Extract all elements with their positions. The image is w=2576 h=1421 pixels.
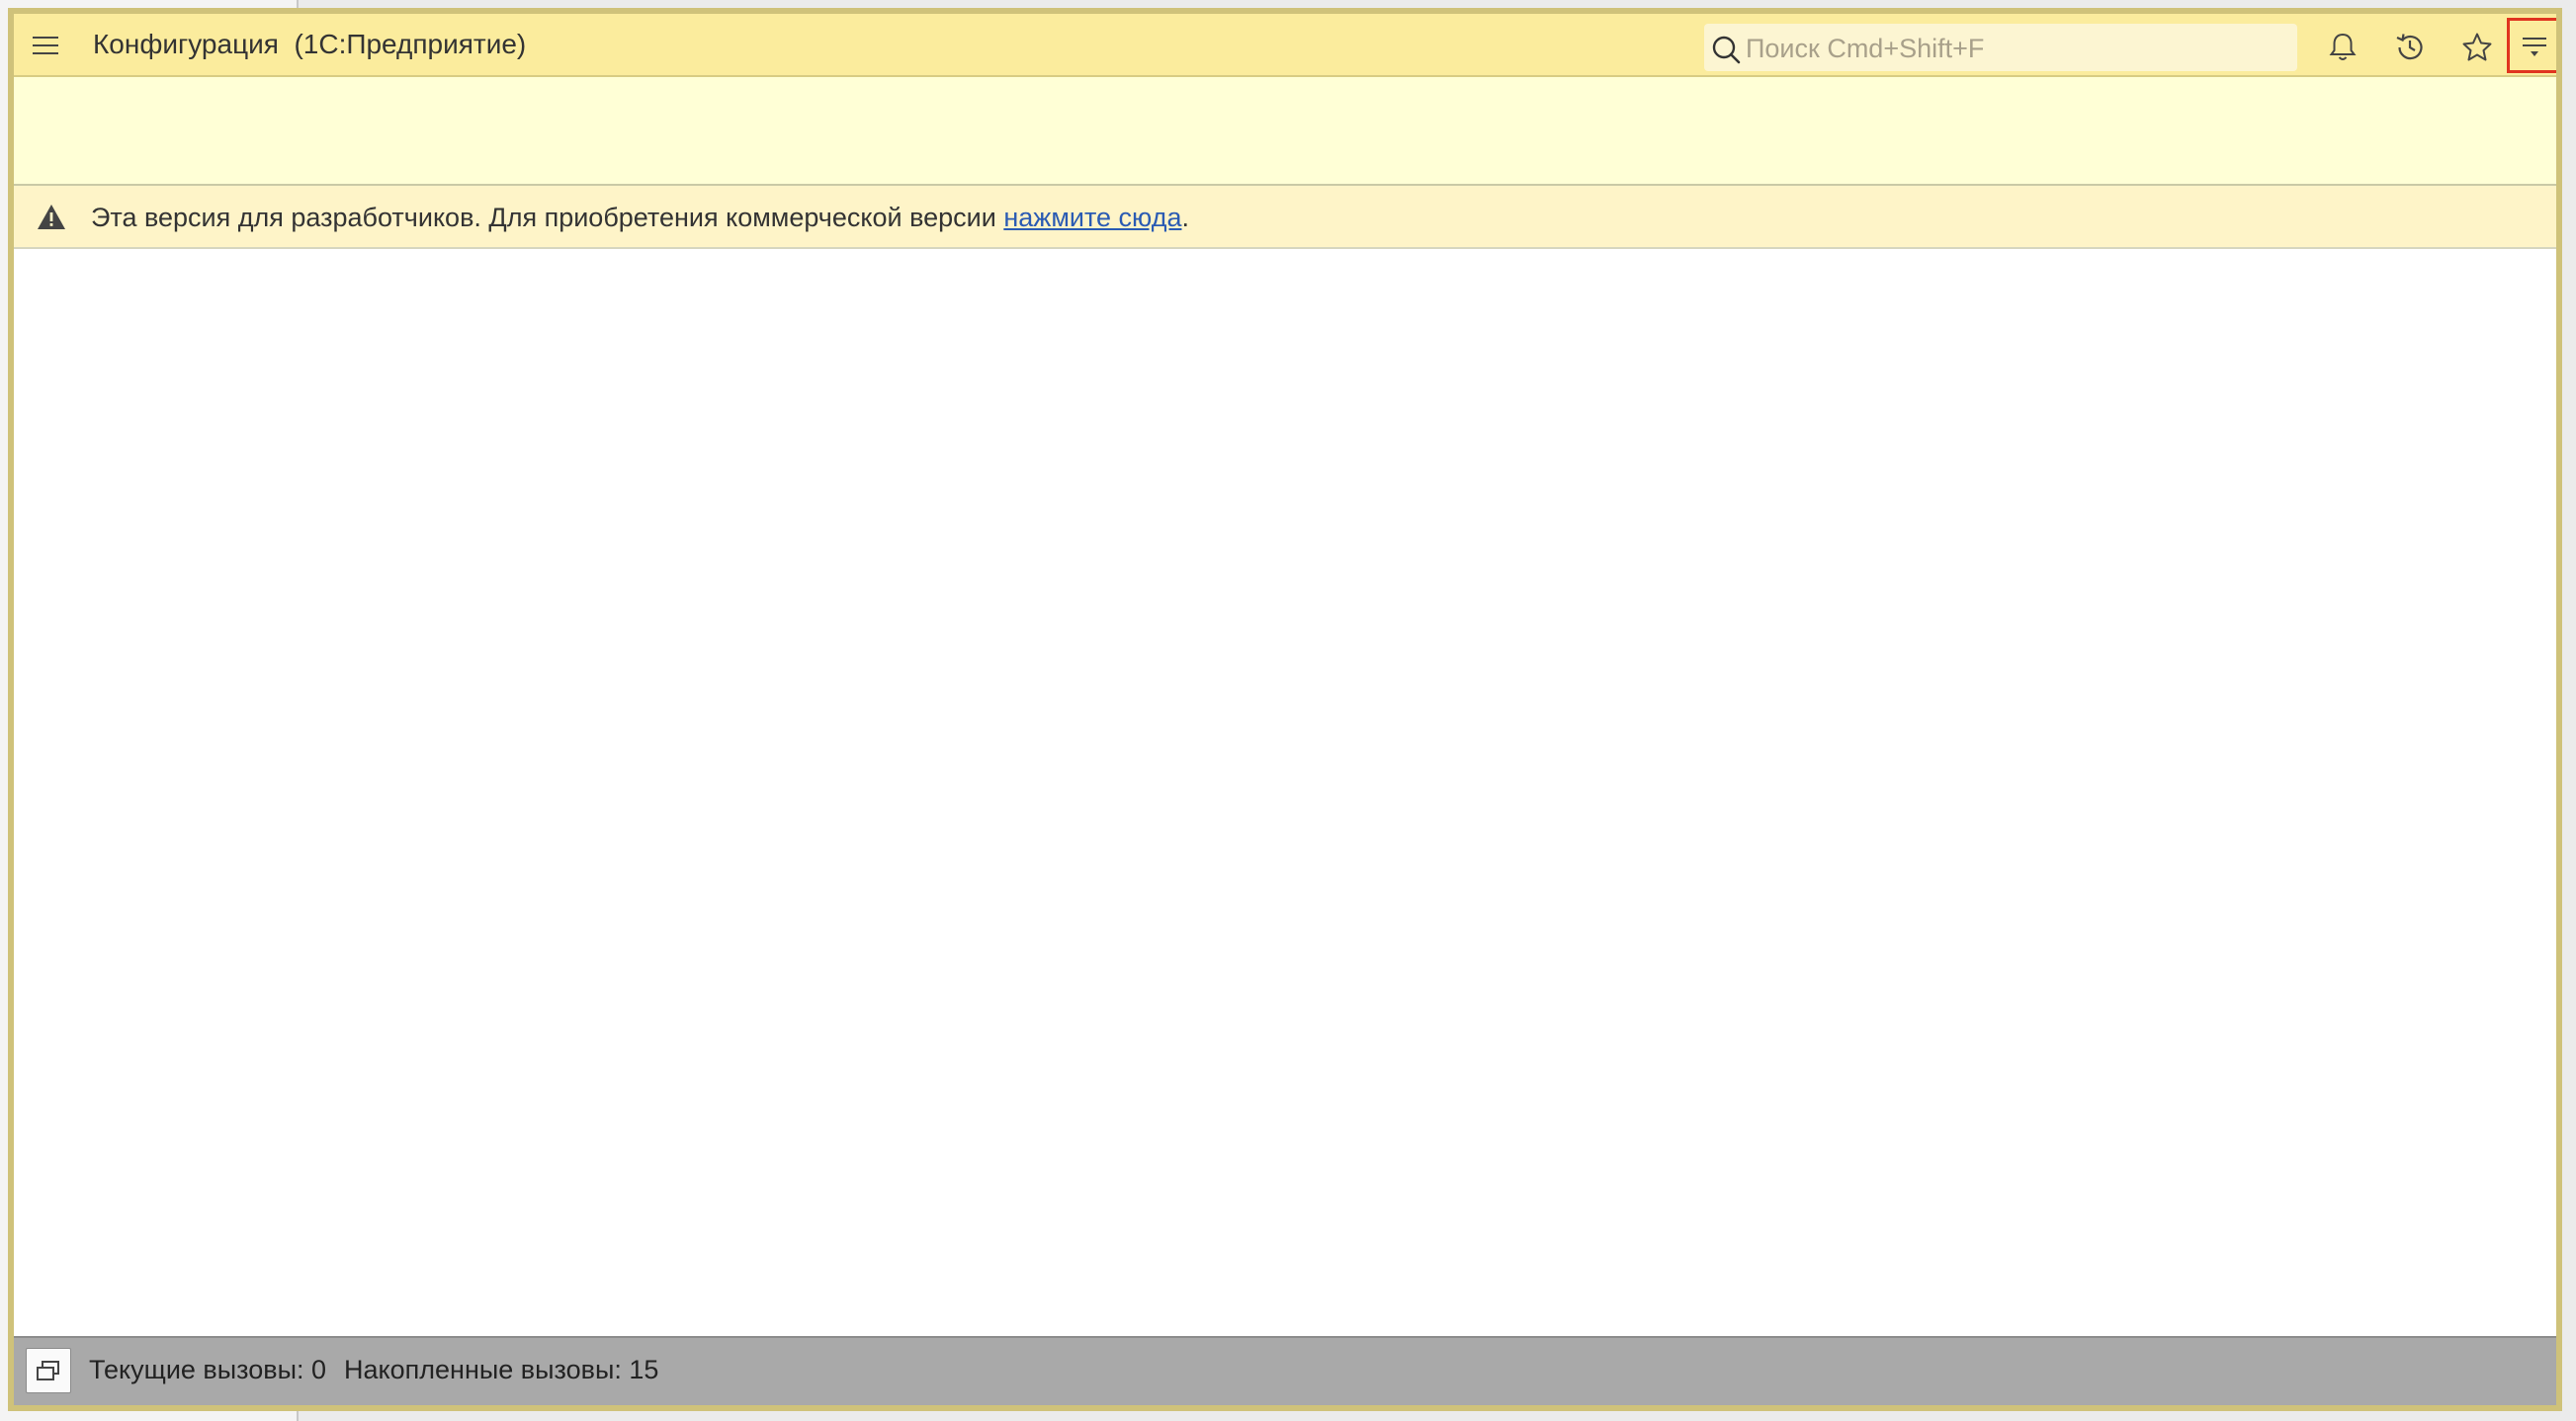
star-icon xyxy=(2462,33,2492,61)
history-icon xyxy=(2396,34,2423,60)
search-box[interactable] xyxy=(1704,24,2297,71)
app-title: Конфигурация (1С:Предприятие) xyxy=(93,29,527,59)
search-input[interactable] xyxy=(1744,30,2291,67)
notice-text: Эта версия для разработчиков. Для приобр… xyxy=(91,202,1189,233)
developer-version-notice: Эта версия для разработчиков. Для приобр… xyxy=(14,186,2556,249)
title-bar: Конфигурация (1С:Предприятие) xyxy=(14,14,2556,77)
windows-icon xyxy=(37,1361,59,1380)
notifications-button[interactable] xyxy=(2319,24,2366,71)
sections-panel xyxy=(14,77,2556,186)
favorites-button[interactable] xyxy=(2453,24,2501,71)
status-bar: Текущие вызовы: 0 Накопленные вызовы: 15 xyxy=(14,1336,2556,1405)
notice-message: Эта версия для разработчиков. Для приобр… xyxy=(91,203,1004,232)
notice-suffix: . xyxy=(1181,203,1189,232)
accumulated-calls-counter: Накопленные вызовы: 15 xyxy=(344,1355,659,1384)
windows-button[interactable] xyxy=(26,1348,71,1393)
more-menu-icon xyxy=(2523,38,2546,56)
hamburger-menu-icon[interactable] xyxy=(30,30,61,61)
history-button[interactable] xyxy=(2386,24,2434,71)
current-calls-counter: Текущие вызовы: 0 xyxy=(89,1355,327,1384)
purchase-link[interactable]: нажмите сюда xyxy=(1003,203,1181,232)
app-window: Конфигурация (1С:Предприятие) Поиск Cmd+… xyxy=(8,8,2562,1411)
warning-icon xyxy=(36,202,67,233)
main-content-area xyxy=(14,249,2556,1336)
more-menu-button[interactable] xyxy=(2507,18,2556,73)
search-icon xyxy=(1710,34,1742,65)
bell-icon xyxy=(2329,33,2357,60)
